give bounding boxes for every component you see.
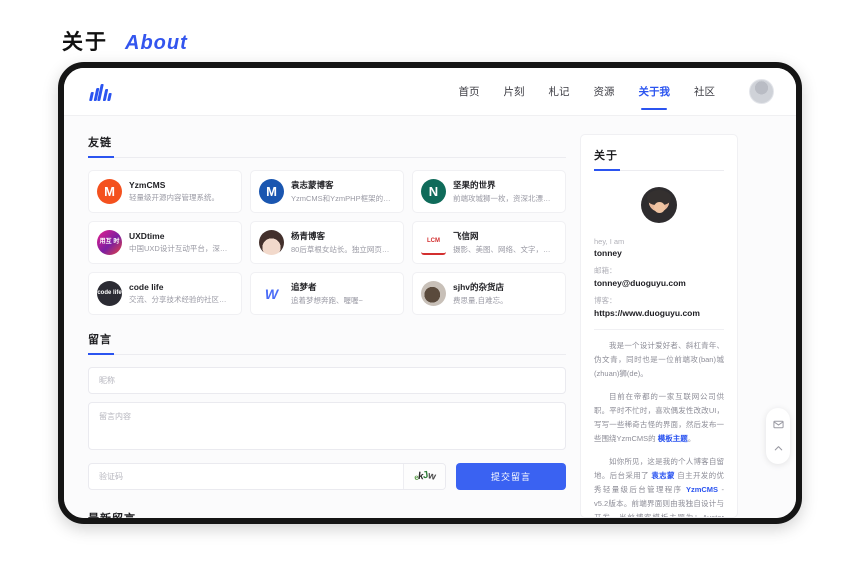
friend-link-name: 坚果的世界 [453, 180, 496, 190]
nav-item-community[interactable]: 社区 [694, 70, 715, 114]
friend-link-avatar-icon: 用互 时 [97, 230, 122, 255]
latest-messages-heading: 最新留言 [88, 510, 566, 518]
friend-link-text: 袁志蒙博客 YzmCMS和YzmPHP框架的作者。... [291, 179, 395, 204]
page-title-en: About [125, 32, 188, 54]
friend-links-grid: M YzmCMS 轻量级开源内容管理系统。 M 袁志蒙博客 YzmCMS和Yzm… [88, 170, 566, 315]
friend-link-desc: 摄影、美图、网络、文字，让生活... [453, 245, 557, 254]
friend-link-name: YzmCMS [129, 180, 166, 190]
bio-paragraph-3: 如你所见，这是我的个人博客自留地。后台采用了 袁志蒙 自主开发的优秀轻量级后台管… [594, 455, 724, 517]
top-navbar: 首页 片刻 札记 资源 关于我 社区 [64, 68, 796, 116]
friend-link-avatar-icon: W [259, 281, 284, 306]
yuanzhimeng-link[interactable]: 袁志蒙 [651, 471, 675, 480]
page-content: 友链 M YzmCMS 轻量级开源内容管理系统。 M 袁志蒙博客 YzmCMS和… [64, 116, 796, 518]
nav-menu: 首页 片刻 札记 资源 关于我 社区 [459, 70, 774, 114]
nav-item-moments[interactable]: 片刻 [504, 70, 525, 114]
friend-link-desc: 中国UXD设计互动平台，深耕交互... [129, 244, 233, 253]
email-label: 邮箱： [594, 266, 617, 275]
bio-paragraph-1: 我是一个设计爱好者、斜杠青年、伪文青，同时也是一位前端攻(ban)城(zhuan… [594, 341, 724, 378]
latest-messages: 最新留言 # 追梦者 2天前 [88, 510, 566, 518]
about-avatar-wrap [594, 187, 724, 223]
friend-link-name: 杨青博客 [291, 231, 326, 241]
friend-link-name: sjhv的杂货店 [453, 282, 505, 292]
friend-links-heading: 友链 [88, 134, 566, 158]
friend-link-desc: 80后草根女站长。独立网页设计师。 [291, 245, 395, 254]
page-title-cn: 关于 [62, 31, 108, 54]
email-value[interactable]: tonney@duoguyu.com [594, 278, 724, 288]
friend-link-desc: 轻量级开源内容管理系统。 [129, 193, 219, 202]
friend-link-avatar-icon: LCM [421, 230, 446, 255]
friend-link-text: 坚果的世界 前端攻城狮一枚，资深北漂大佬一... [453, 179, 557, 204]
nav-item-home[interactable]: 首页 [459, 70, 480, 114]
friend-link-card[interactable]: sjhv的杂货店 费思量,自难忘。 [412, 272, 566, 315]
friend-link-desc: 前端攻城狮一枚，资深北漂大佬一... [453, 194, 557, 203]
friend-link-name: code life [129, 282, 164, 292]
friend-link-avatar-icon: M [259, 179, 284, 204]
friend-link-name: 飞信网 [453, 231, 479, 241]
friend-link-text: sjhv的杂货店 费思量,自难忘。 [453, 281, 508, 306]
browser-viewport: 首页 片刻 札记 资源 关于我 社区 友链 M YzmCMS 轻量级开源内容管理… [64, 68, 796, 518]
friend-link-card[interactable]: 杨青博客 80后草根女站长。独立网页设计师。 [250, 221, 404, 264]
nav-item-resources[interactable]: 资源 [594, 70, 615, 114]
friend-link-name: 追梦者 [291, 282, 317, 292]
message-board: 留言 ekJw 提交留言 [88, 331, 566, 490]
friend-link-desc: 费思量,自难忘。 [453, 296, 508, 305]
friend-link-card[interactable]: M 袁志蒙博客 YzmCMS和YzmPHP框架的作者。... [250, 170, 404, 213]
user-avatar[interactable] [749, 79, 774, 104]
captcha-input[interactable] [89, 464, 403, 489]
friend-link-desc: YzmCMS和YzmPHP框架的作者。... [291, 194, 395, 203]
profile-avatar [641, 187, 677, 223]
mail-icon[interactable] [766, 412, 790, 436]
blog-label: 博客： [594, 296, 617, 305]
friend-link-card[interactable]: 用互 时 UXDtime 中国UXD设计互动平台，深耕交互... [88, 221, 242, 264]
site-logo-icon[interactable] [89, 83, 112, 101]
bio-p2-text-b: 。 [687, 434, 696, 443]
friend-link-card[interactable]: M YzmCMS 轻量级开源内容管理系统。 [88, 170, 242, 213]
friend-link-text: UXDtime 中国UXD设计互动平台，深耕交互... [129, 231, 233, 254]
nickname-input[interactable] [88, 367, 566, 394]
back-to-top-icon[interactable] [766, 436, 790, 460]
message-board-heading: 留言 [88, 331, 566, 355]
friend-link-avatar-icon [259, 230, 284, 255]
about-heading: 关于 [594, 147, 724, 171]
friend-link-text: 飞信网 摄影、美图、网络、文字，让生活... [453, 230, 557, 255]
friend-link-text: 杨青博客 80后草根女站长。独立网页设计师。 [291, 230, 395, 255]
greeting-label: hey, I am [594, 237, 625, 246]
nav-item-about[interactable]: 关于我 [639, 70, 671, 114]
friend-link-card[interactable]: LCM 飞信网 摄影、美图、网络、文字，让生活... [412, 221, 566, 264]
friend-link-text: YzmCMS 轻量级开源内容管理系统。 [129, 180, 219, 203]
friend-link-text: 追梦者 追着梦想奔跑、喔喔~ [291, 281, 363, 306]
template-theme-link[interactable]: 模板主题 [658, 434, 688, 443]
friend-link-card[interactable]: code life code life 交流、分享技术经验的社区平台1 [88, 272, 242, 315]
friend-link-desc: 交流、分享技术经验的社区平台1 [129, 295, 233, 304]
friend-link-text: code life 交流、分享技术经验的社区平台1 [129, 282, 233, 305]
blog-value[interactable]: https://www.duoguyu.com [594, 308, 724, 318]
bio-paragraph-2: 目前在帝都的一家互联网公司供职。平时不忙时，喜欢偶发性改改UI，写写一些稀奇古怪… [594, 390, 724, 446]
yzmcms-link[interactable]: YzmCMS [686, 485, 718, 494]
divider [594, 329, 724, 330]
nav-item-notes[interactable]: 札记 [549, 70, 570, 114]
floating-action-rail [766, 408, 790, 464]
friend-link-name: UXDtime [129, 231, 165, 241]
friend-link-card[interactable]: N 坚果的世界 前端攻城狮一枚，资深北漂大佬一... [412, 170, 566, 213]
device-frame: 首页 片刻 札记 资源 关于我 社区 友链 M YzmCMS 轻量级开源内容管理… [58, 62, 802, 524]
friend-link-card[interactable]: W 追梦者 追着梦想奔跑、喔喔~ [250, 272, 404, 315]
message-content-input[interactable] [88, 402, 566, 450]
captcha-char: w [426, 470, 437, 483]
main-column: 友链 M YzmCMS 轻量级开源内容管理系统。 M 袁志蒙博客 YzmCMS和… [88, 134, 566, 518]
friend-link-avatar-icon [421, 281, 446, 306]
about-card: 关于 hey, I am tonney 邮箱： tonney@duoguyu.c… [580, 134, 738, 518]
friend-link-avatar-icon: N [421, 179, 446, 204]
friend-link-name: 袁志蒙博客 [291, 180, 334, 190]
sidebar-column: 关于 hey, I am tonney 邮箱： tonney@duoguyu.c… [580, 134, 738, 518]
submit-message-button[interactable]: 提交留言 [456, 463, 566, 490]
friend-link-avatar-icon: code life [97, 281, 122, 306]
captcha-field-wrap: ekJw [88, 463, 446, 490]
friend-link-desc: 追着梦想奔跑、喔喔~ [291, 296, 363, 305]
profile-name: tonney [594, 248, 622, 258]
page-title: 关于 About [62, 26, 188, 56]
captcha-image[interactable]: ekJw [403, 464, 445, 489]
captcha-row: ekJw 提交留言 [88, 463, 566, 490]
message-content-row [88, 402, 566, 455]
friend-link-avatar-icon: M [97, 179, 122, 204]
